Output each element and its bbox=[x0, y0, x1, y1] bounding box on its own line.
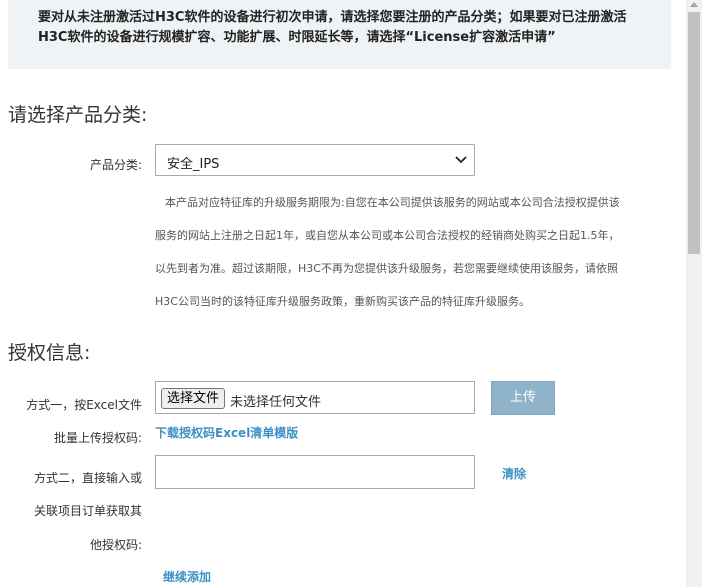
chevron-down-icon bbox=[455, 156, 467, 164]
description-line: 服务的网站上注册之日起1年，或自您从本公司或本公司合法授权的经销商处购买之日起1… bbox=[155, 229, 620, 242]
product-section-title: 请选择产品分类: bbox=[8, 104, 148, 126]
method1-label-cont: 批量上传授权码: bbox=[53, 431, 142, 445]
method1-label: 方式一，按Excel文件 bbox=[26, 398, 142, 412]
description-line: 本产品对应特征库的升级服务期限为:自您在本公司提供该服务的网站或本公司合法授权提… bbox=[165, 196, 620, 209]
download-template-link[interactable]: 下载授权码Excel清单模版 bbox=[155, 424, 298, 441]
method2-label: 方式二，直接输入或 bbox=[33, 471, 142, 485]
upload-button[interactable]: 上传 bbox=[491, 381, 555, 415]
notice-line-2: H3C软件的设备进行规模扩容、功能扩展、时限延长等，请选择“License扩容激… bbox=[38, 30, 556, 45]
continue-add-link[interactable]: 继续添加 bbox=[163, 568, 211, 585]
category-select-value: 安全_IPS bbox=[167, 157, 220, 172]
service-description: 本产品对应特征库的升级服务期限为:自您在本公司提供该服务的网站或本公司合法授权提… bbox=[155, 186, 695, 318]
category-select[interactable]: 安全_IPS bbox=[155, 144, 475, 176]
method2-label-cont: 关联项目订单获取其 bbox=[33, 504, 142, 518]
clear-link[interactable]: 清除 bbox=[502, 465, 526, 482]
choose-file-button[interactable]: 选择文件 bbox=[161, 388, 226, 409]
notice-banner: 要对从未注册激活过H3C软件的设备进行初次申请，请选择您要注册的产品分类；如果要… bbox=[8, 0, 671, 69]
description-line: H3C公司当时的该特征库升级服务政策，重新购买该产品的特征库升级服务。 bbox=[155, 295, 530, 308]
notice-text: 要对从未注册激活过H3C软件的设备进行初次申请，请选择您要注册的产品分类；如果要… bbox=[38, 8, 658, 48]
category-label: 产品分类: bbox=[89, 158, 142, 172]
scrollbar-thumb[interactable] bbox=[688, 12, 700, 254]
description-line: 以先到者为准。超过该期限，H3C不再为您提供该升级服务，若您需要继续使用该服务，… bbox=[155, 262, 618, 275]
scroll-up-arrow-icon[interactable] bbox=[690, 2, 698, 7]
notice-line-1: 要对从未注册激活过H3C软件的设备进行初次申请，请选择您要注册的产品分类；如果要… bbox=[38, 10, 627, 25]
file-status-text: 未选择任何文件 bbox=[230, 395, 322, 410]
method2-label-end: 他授权码: bbox=[89, 538, 142, 552]
file-upload-field[interactable]: 选择文件 未选择任何文件 bbox=[155, 381, 475, 414]
auth-code-input[interactable] bbox=[155, 455, 475, 489]
auth-section-title: 授权信息: bbox=[8, 342, 91, 364]
